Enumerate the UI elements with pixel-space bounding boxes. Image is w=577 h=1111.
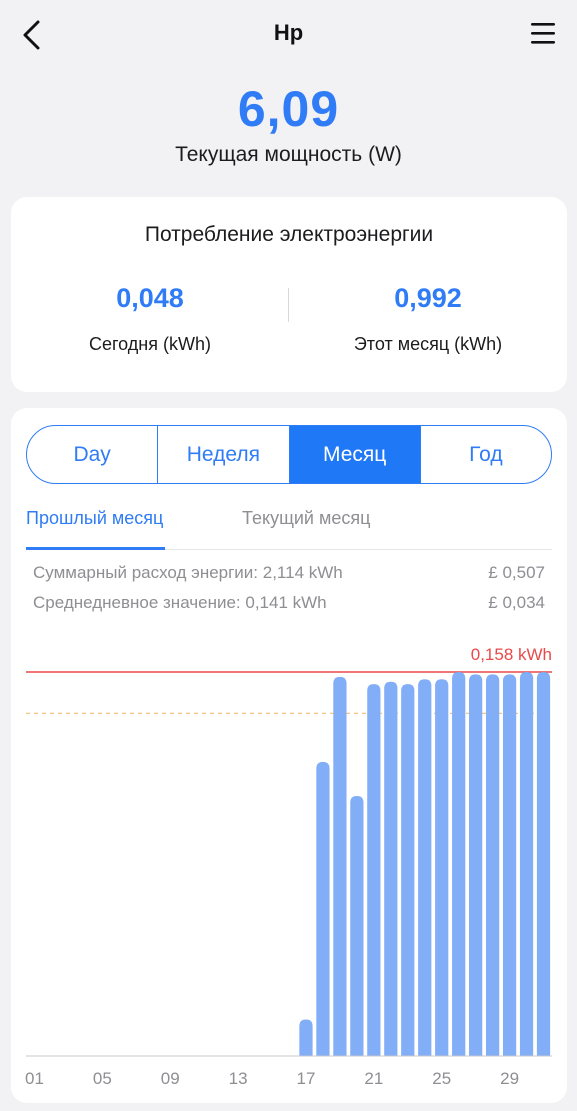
- current-power-label: Текущая мощность (W): [175, 143, 402, 166]
- bar-day-22[interactable]: [384, 681, 398, 1056]
- month-value: 0,992: [394, 283, 462, 313]
- x-tick-label: 13: [229, 1069, 248, 1088]
- month-label: Этот месяц (kWh): [353, 334, 503, 354]
- month-subtabs: Прошлый месяц Текущий месяц: [26, 506, 552, 550]
- x-tick-label: 29: [500, 1069, 519, 1088]
- max-value-label: 0,158 kWh: [471, 645, 552, 664]
- summary-average-row: Среднедневное значение: 0,141 kWh £ 0,03…: [33, 593, 545, 613]
- tab-month[interactable]: Месяц: [289, 426, 421, 483]
- history-card: Day Неделя Месяц Год Прошлый месяц Текущ…: [11, 408, 567, 1103]
- header: Hp: [0, 0, 577, 70]
- consumption-card: Потребление электроэнергии 0,048 Сегодня…: [11, 197, 567, 392]
- today-stat: 0,048 Сегодня (kWh): [11, 283, 289, 355]
- x-tick-label: 21: [364, 1069, 383, 1088]
- bar-day-21[interactable]: [367, 684, 381, 1056]
- bar-day-28[interactable]: [485, 674, 500, 1056]
- page-title: Hp: [273, 20, 304, 45]
- summary-total-cost: £ 0,507: [488, 563, 545, 582]
- bar-day-18[interactable]: [316, 761, 330, 1056]
- x-tick-label: 09: [161, 1069, 180, 1088]
- today-value: 0,048: [116, 283, 184, 313]
- x-tick-label: 25: [432, 1069, 451, 1088]
- current-power-value: 6,09: [237, 81, 340, 137]
- today-label: Сегодня (kWh): [89, 334, 211, 354]
- x-tick-label: 05: [93, 1069, 112, 1088]
- bar-day-17[interactable]: [299, 1019, 313, 1056]
- summary-average-cost: £ 0,034: [488, 593, 545, 612]
- subtab-current-month[interactable]: Текущий месяц: [242, 508, 370, 550]
- bar-day-20[interactable]: [350, 795, 364, 1056]
- period-segmented-control: Day Неделя Месяц Год: [26, 425, 552, 484]
- bar-day-30[interactable]: [519, 672, 534, 1056]
- month-stat: 0,992 Этот месяц (kWh): [289, 283, 567, 355]
- x-tick-label: 17: [297, 1069, 316, 1088]
- tab-year[interactable]: Год: [421, 426, 551, 483]
- bar-day-24[interactable]: [418, 679, 432, 1056]
- bar-day-23[interactable]: [401, 684, 415, 1056]
- monthly-bar-chart: 0,158 kWh 01 05 09 13 17 21 25 29: [25, 645, 552, 1088]
- consumption-title: Потребление электроэнергии: [144, 223, 434, 246]
- bar-day-25[interactable]: [435, 679, 449, 1056]
- summary-average-label: Среднедневное значение: 0,141 kWh: [33, 593, 327, 612]
- tab-day[interactable]: Day: [27, 426, 159, 483]
- x-tick-label: 01: [25, 1069, 44, 1088]
- subtab-previous-month[interactable]: Прошлый месяц: [26, 508, 166, 550]
- tab-week[interactable]: Неделя: [158, 426, 290, 483]
- bar-day-29[interactable]: [502, 674, 517, 1056]
- summary-total-label: Суммарный расход энергии: 2,114 kWh: [33, 563, 343, 582]
- menu-button[interactable]: [529, 20, 559, 48]
- bar-day-19[interactable]: [333, 676, 347, 1056]
- hamburger-menu-icon: [531, 23, 555, 44]
- bar-day-26[interactable]: [452, 672, 466, 1056]
- bar-day-31[interactable]: [536, 672, 551, 1056]
- summary-total-row: Суммарный расход энергии: 2,114 kWh £ 0,…: [33, 563, 545, 583]
- bar-day-27[interactable]: [469, 674, 483, 1056]
